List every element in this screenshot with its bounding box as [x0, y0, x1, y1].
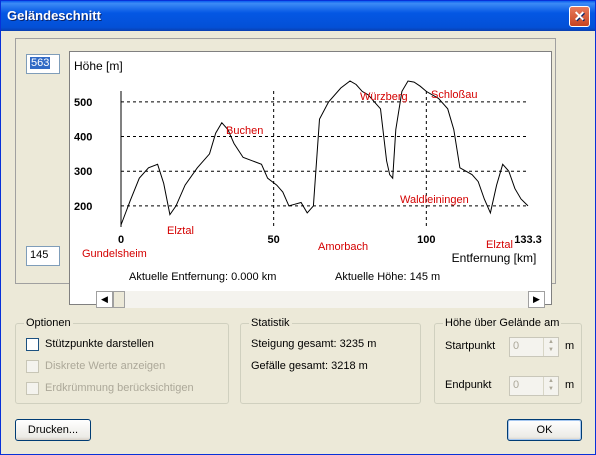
- statistics-group: Statistik Steigung gesamt: 3235 m Gefäll…: [240, 317, 421, 404]
- start-point-label: Startpunkt: [445, 340, 496, 352]
- ok-button[interactable]: OK: [507, 419, 582, 441]
- place-labels: Gundelsheim Elztal Buchen Amorbach Würzberg W…: [82, 89, 513, 260]
- horizontal-scrollbar[interactable]: ◀ ▶: [96, 291, 545, 308]
- place-label: Würzberg: [360, 91, 408, 103]
- option-label: Erdkrümmung berücksichtigen: [45, 382, 194, 394]
- profile-chart-svg: Höhe [m] Entfernung [km] 500 400 300 200 0 5…: [74, 59, 542, 265]
- print-button[interactable]: Drucken...: [15, 419, 91, 441]
- place-label: Elztal: [486, 239, 513, 251]
- min-height-field[interactable]: 145: [26, 246, 60, 266]
- checkbox[interactable]: [26, 337, 39, 351]
- y-tick-label: 400: [74, 132, 92, 144]
- close-button[interactable]: ✕: [569, 6, 590, 27]
- y-axis-label: Höhe [m]: [74, 59, 123, 73]
- profile-panel: 563 145 Höhe [m] Entfernung [km] 500 400 3…: [15, 38, 556, 305]
- checkbox[interactable]: [26, 381, 39, 395]
- place-label: Gundelsheim: [82, 248, 147, 260]
- chart-grid: [120, 91, 528, 227]
- total-ascent: Steigung gesamt: 3235 m: [251, 338, 377, 350]
- option-discrete-values[interactable]: Diskrete Werte anzeigen: [26, 359, 165, 373]
- scroll-thumb[interactable]: [113, 291, 125, 308]
- end-point-spinner[interactable]: 0 ▲ ▼: [509, 376, 559, 396]
- height-above-title: Höhe über Gelände am: [443, 317, 562, 329]
- title-bar: Geländeschnitt ✕: [1, 1, 595, 31]
- end-point-value: 0: [513, 379, 520, 391]
- y-tick-label: 500: [74, 97, 92, 109]
- statistics-title: Statistik: [249, 317, 292, 329]
- place-label: Buchen: [226, 125, 263, 137]
- end-point-unit: m: [565, 379, 575, 391]
- x-tick-label: 133.3: [514, 234, 542, 246]
- end-point-label: Endpunkt: [445, 379, 492, 391]
- x-tick-label: 100: [417, 234, 435, 246]
- height-above-group: Höhe über Gelände am Startpunkt 0 ▲ ▼ m En…: [434, 317, 582, 404]
- option-show-points[interactable]: Stützpunkte darstellen: [26, 337, 154, 351]
- y-axis-ticks: 500 400 300 200: [74, 97, 92, 213]
- current-distance: Aktuelle Entfernung: 0.000 km: [129, 271, 277, 283]
- profile-chart[interactable]: Höhe [m] Entfernung [km] 500 400 300 200 0 5…: [69, 51, 552, 305]
- scroll-right-button[interactable]: ▶: [528, 291, 545, 308]
- max-height-field[interactable]: 563: [26, 54, 60, 74]
- x-axis-label: Entfernung [km]: [452, 251, 537, 265]
- option-label: Diskrete Werte anzeigen: [45, 360, 166, 372]
- start-point-spinner[interactable]: 0 ▲ ▼: [509, 337, 559, 357]
- y-tick-label: 300: [74, 166, 92, 178]
- place-label: Schloßau: [431, 89, 477, 101]
- option-earth-curvature[interactable]: Erdkrümmung berücksichtigen: [26, 381, 194, 395]
- start-point-unit: m: [565, 340, 575, 352]
- x-tick-label: 50: [268, 234, 280, 246]
- option-label: Stützpunkte darstellen: [45, 338, 154, 350]
- window-title: Geländeschnitt: [7, 8, 101, 23]
- options-title: Optionen: [24, 317, 73, 329]
- current-height: Aktuelle Höhe: 145 m: [335, 271, 441, 283]
- place-label: Elztal: [167, 225, 194, 237]
- y-tick-label: 200: [74, 201, 92, 213]
- x-tick-label: 0: [118, 234, 124, 246]
- spinner-arrows-icon[interactable]: ▲ ▼: [543, 377, 558, 395]
- place-label: Amorbach: [318, 241, 368, 253]
- spinner-arrows-icon[interactable]: ▲ ▼: [543, 338, 558, 356]
- start-point-value: 0: [513, 340, 520, 352]
- max-height-value: 563: [30, 57, 51, 69]
- total-descent: Gefälle gesamt: 3218 m: [251, 360, 368, 372]
- checkbox[interactable]: [26, 359, 39, 373]
- options-group: Optionen Stützpunkte darstellen Diskrete…: [15, 317, 229, 404]
- min-height-value: 145: [30, 249, 49, 261]
- dialog-window: Geländeschnitt ✕ 563 145 Höhe [m] Entfer…: [0, 0, 596, 455]
- scroll-left-button[interactable]: ◀: [96, 291, 113, 308]
- place-label: Waldleiningen: [400, 194, 469, 206]
